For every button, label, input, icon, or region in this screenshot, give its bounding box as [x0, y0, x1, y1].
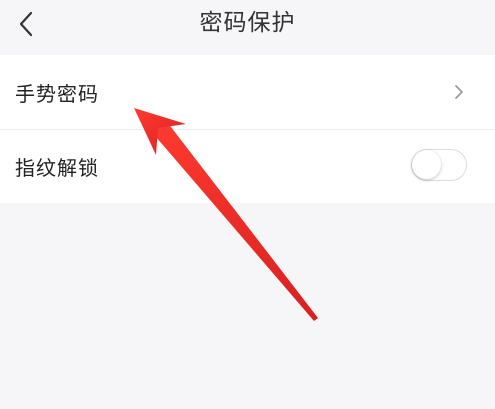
- gesture-password-label: 手势密码: [15, 81, 99, 106]
- divider: [0, 129, 495, 130]
- header: 密码保护: [0, 0, 495, 52]
- fingerprint-unlock-row: 指纹解锁: [0, 129, 495, 203]
- toggle-knob: [412, 150, 441, 179]
- chevron-right-icon: [455, 85, 463, 99]
- fingerprint-unlock-label: 指纹解锁: [15, 155, 99, 180]
- fingerprint-toggle[interactable]: [411, 149, 467, 181]
- settings-list: 手势密码 指纹解锁: [0, 55, 495, 203]
- page-title: 密码保护: [199, 10, 296, 36]
- gesture-password-row[interactable]: 手势密码: [0, 55, 495, 129]
